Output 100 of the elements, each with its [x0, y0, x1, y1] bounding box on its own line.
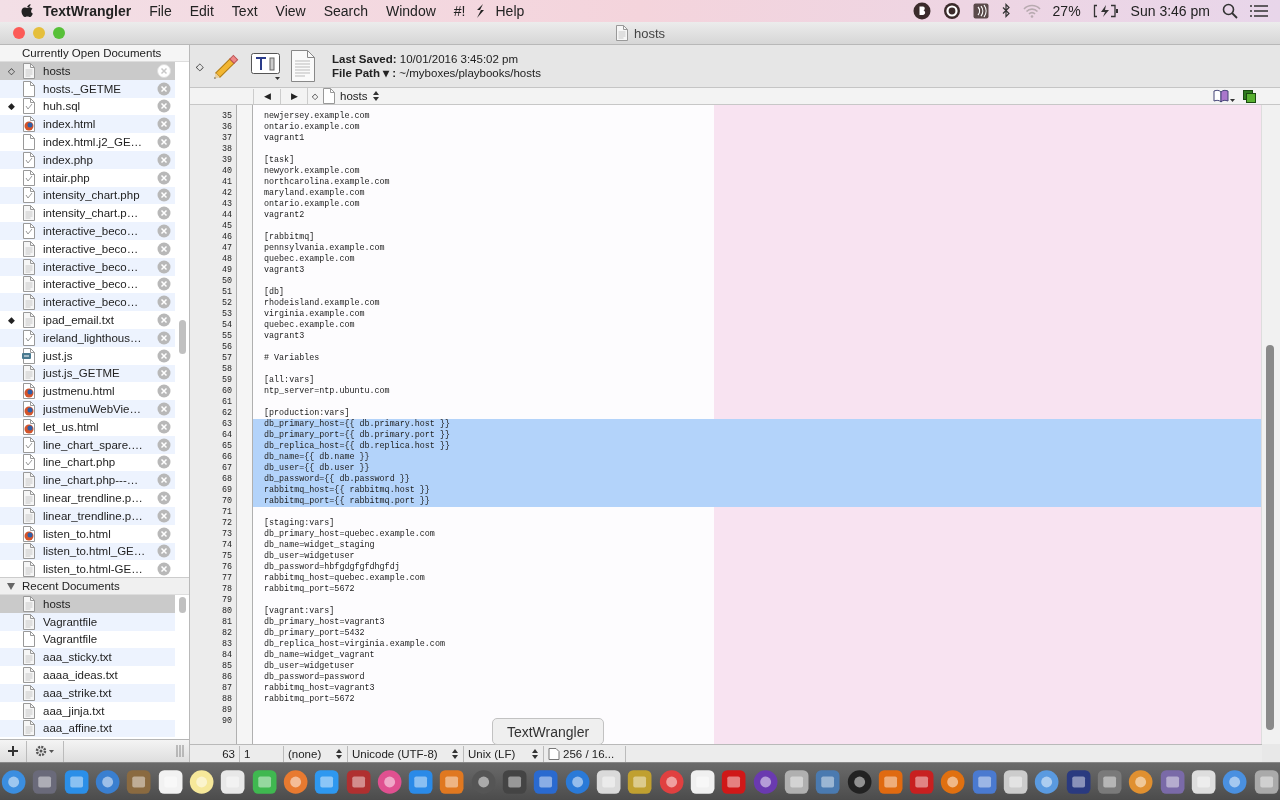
app-icon[interactable] [1002, 767, 1030, 797]
document-row[interactable]: ◆ huh.sql [0, 97, 175, 116]
app-icon[interactable] [876, 767, 905, 797]
app-icon[interactable] [1127, 767, 1155, 797]
document-row[interactable]: ◇ hosts [0, 62, 175, 80]
close-icon[interactable] [157, 544, 171, 559]
app-icon[interactable] [1033, 767, 1061, 797]
scroll-thumb[interactable] [179, 597, 186, 613]
close-icon[interactable] [157, 455, 171, 470]
document-row[interactable]: interactive_beco… [0, 275, 175, 294]
close-icon[interactable] [157, 402, 171, 417]
app-icon[interactable] [908, 767, 936, 797]
app-icon[interactable] [62, 767, 91, 797]
file-path-text[interactable]: File Path ▾ : ~/myboxes/playbooks/hosts [332, 66, 541, 80]
menu-item[interactable]: File [140, 3, 181, 19]
app-icon[interactable] [657, 767, 685, 797]
battery-charging-icon[interactable] [1092, 4, 1119, 18]
app-icon[interactable] [563, 767, 592, 797]
book-icon[interactable] [1213, 89, 1235, 103]
close-icon[interactable] [157, 384, 171, 399]
document-row[interactable]: aaa_jinja.txt [0, 701, 175, 720]
scrollbar[interactable] [1261, 105, 1280, 744]
close-icon[interactable] [157, 437, 171, 452]
app-icon[interactable] [1252, 767, 1280, 797]
close-icon[interactable] [157, 562, 171, 577]
close-icon[interactable] [157, 241, 171, 256]
document-row[interactable]: interactive_beco… [0, 239, 175, 258]
app-icon[interactable] [595, 767, 623, 797]
encoding-popup[interactable]: Unicode (UTF-8) [348, 745, 464, 762]
menu-item[interactable]: Text [222, 3, 267, 19]
document-row[interactable]: index.html [0, 115, 175, 134]
document-row[interactable]: line_chart_spare.… [0, 435, 175, 454]
app-icon[interactable] [313, 767, 341, 797]
app-icon[interactable] [156, 767, 184, 797]
app-icon[interactable] [626, 767, 654, 797]
app-icon[interactable] [782, 767, 811, 797]
menu-item[interactable]: Window [377, 3, 445, 19]
app-icon[interactable] [125, 767, 153, 797]
document-row[interactable]: linear_trendline.p… [0, 506, 175, 525]
close-icon[interactable] [157, 508, 171, 523]
close-icon[interactable] [157, 313, 171, 328]
menu-item[interactable]: Search [314, 3, 377, 19]
app-icon[interactable] [94, 767, 122, 797]
close-icon[interactable] [157, 330, 171, 345]
app-icon[interactable] [281, 767, 310, 797]
close-icon[interactable] [157, 81, 171, 96]
clock[interactable]: Sun 3:46 pm [1130, 3, 1210, 19]
app-icon[interactable] [751, 767, 779, 797]
document-row[interactable]: aaa_strike.txt [0, 684, 175, 702]
scroll-thumb[interactable] [179, 320, 186, 354]
app-icon[interactable] [0, 767, 28, 797]
status-icon[interactable] [912, 2, 931, 20]
app-icon[interactable] [1158, 767, 1186, 797]
document-row[interactable]: interactive_beco… [0, 293, 175, 312]
close-icon[interactable] [157, 206, 171, 221]
app-icon[interactable] [970, 767, 999, 797]
sound-icon[interactable] [972, 3, 989, 19]
app-icon[interactable] [501, 767, 529, 797]
scroll-thumb[interactable] [1266, 345, 1274, 730]
close-icon[interactable] [157, 366, 171, 381]
close-icon[interactable] [157, 117, 171, 132]
document-row[interactable]: aaa_sticky.txt [0, 648, 175, 667]
close-icon[interactable] [157, 188, 171, 203]
status-icon[interactable] [942, 2, 961, 20]
menu-item[interactable]: #! [444, 3, 475, 19]
app-icon[interactable] [1064, 767, 1093, 797]
app-icon[interactable] [1096, 767, 1124, 797]
app-icon[interactable] [407, 767, 435, 797]
language-popup[interactable]: (none) [284, 745, 348, 762]
search-icon[interactable] [1222, 3, 1238, 19]
document-row[interactable]: ◆ ipad_email.txt [0, 311, 175, 329]
menu-item[interactable]: View [266, 3, 315, 19]
document-row[interactable]: interactive_beco… [0, 257, 175, 276]
document-row[interactable]: index.php [0, 151, 175, 169]
previous-button[interactable]: ◀ [253, 88, 280, 104]
close-icon[interactable] [157, 348, 171, 363]
document-row[interactable]: ireland_lighthous… [0, 328, 175, 347]
app-icon[interactable] [939, 767, 967, 797]
document-row[interactable]: intensity_chart.p… [0, 204, 175, 223]
apple-icon[interactable] [20, 3, 34, 19]
app-menu[interactable]: TextWrangler [34, 3, 141, 19]
menu-item[interactable]: Edit [180, 3, 223, 19]
document-row[interactable]: listen_to.html-GE… [0, 560, 175, 577]
next-button[interactable]: ▶ [280, 88, 307, 104]
document-row[interactable]: index.html.j2_GE… [0, 133, 175, 151]
document-menu[interactable]: ◇ hosts [307, 88, 380, 104]
close-icon[interactable] [157, 491, 171, 505]
app-icon[interactable] [250, 767, 278, 797]
document-row[interactable]: intensity_chart.php [0, 186, 175, 205]
document-row[interactable]: line_chart.php---… [0, 471, 175, 490]
document-row[interactable]: aaa_affine.txt [0, 719, 175, 738]
document-row[interactable]: listen_to.html [0, 524, 175, 543]
document-row[interactable]: aaaa_ideas.txt [0, 666, 175, 684]
app-icon[interactable] [845, 767, 873, 797]
close-icon[interactable] [157, 170, 171, 185]
close-icon[interactable] [157, 277, 171, 292]
close-icon[interactable] [157, 224, 171, 239]
document-row[interactable]: line_chart.php [0, 453, 175, 472]
close-icon[interactable] [157, 295, 171, 310]
windows-icon[interactable] [1243, 89, 1256, 103]
